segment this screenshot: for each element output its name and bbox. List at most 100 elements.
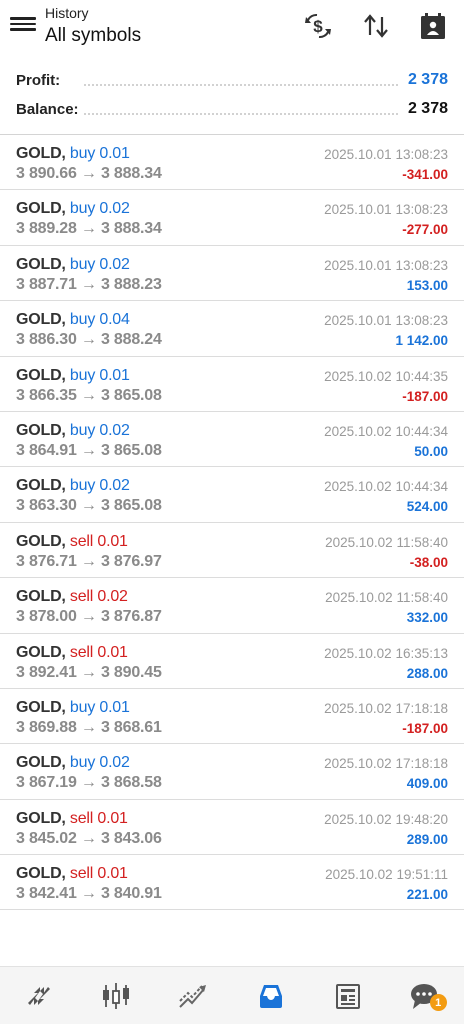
header-subtitle: History bbox=[45, 5, 89, 21]
history-icon bbox=[259, 984, 282, 1008]
deal-prices: 3 889.28 → 3 888.34 bbox=[16, 220, 162, 238]
nav-trade[interactable] bbox=[155, 967, 232, 1024]
deal-row[interactable]: GOLD, sell 0.01 3 842.41 → 3 840.91 2025.1… bbox=[0, 855, 464, 911]
nav-history[interactable] bbox=[232, 967, 309, 1024]
deal-row[interactable]: GOLD, buy 0.01 3 890.66 → 3 888.34 2025.10… bbox=[0, 135, 464, 191]
deal-symbol: GOLD, buy 0.01 bbox=[16, 699, 130, 717]
deal-prices: 3 864.91 → 3 865.08 bbox=[16, 441, 162, 459]
deal-symbol: GOLD, sell 0.02 bbox=[16, 588, 128, 606]
profit-label: Profit: bbox=[16, 72, 61, 89]
sort-icon[interactable] bbox=[360, 10, 392, 42]
symbol-name: GOLD, bbox=[16, 809, 66, 827]
deal-side: sell 0.01 bbox=[69, 532, 128, 550]
symbol-name: GOLD, bbox=[16, 255, 66, 273]
deal-time: 2025.10.02 17:18:18 bbox=[324, 756, 448, 772]
deal-time: 2025.10.02 10:44:34 bbox=[324, 423, 448, 439]
deal-profit: 153.00 bbox=[406, 277, 448, 293]
nav-messages[interactable]: 1 bbox=[387, 967, 464, 1024]
symbol-name: GOLD, bbox=[16, 643, 66, 661]
symbol-name: GOLD, bbox=[16, 532, 66, 550]
deal-row[interactable]: GOLD, sell 0.01 3 892.41 → 3 890.45 2025.1… bbox=[0, 634, 464, 689]
deal-profit: 332.00 bbox=[406, 610, 448, 626]
deal-prices: 3 866.35 → 3 865.08 bbox=[16, 386, 162, 404]
deal-row[interactable]: GOLD, buy 0.01 3 866.35 → 3 865.08 2025.10… bbox=[0, 357, 464, 412]
deal-profit: 409.00 bbox=[406, 776, 448, 792]
deal-time: 2025.10.02 11:58:40 bbox=[325, 590, 448, 606]
deal-side: buy 0.02 bbox=[69, 255, 130, 273]
deal-side: buy 0.01 bbox=[69, 698, 130, 716]
deal-time: 2025.10.02 16:35:13 bbox=[324, 645, 448, 661]
deal-profit: 221.00 bbox=[406, 887, 448, 903]
deal-side: buy 0.02 bbox=[69, 200, 130, 218]
calendar-icon[interactable] bbox=[417, 10, 449, 42]
nav-quotes[interactable] bbox=[0, 967, 77, 1024]
deal-symbol: GOLD, buy 0.02 bbox=[16, 200, 130, 218]
nav-chart[interactable] bbox=[77, 967, 154, 1024]
deal-time: 2025.10.02 11:58:40 bbox=[325, 534, 448, 550]
svg-text:$: $ bbox=[313, 17, 323, 36]
profit-row: Profit: 2 378 bbox=[0, 68, 464, 97]
deal-symbol: GOLD, sell 0.01 bbox=[16, 644, 128, 662]
deal-symbol: GOLD, buy 0.04 bbox=[16, 311, 130, 329]
deal-profit: -187.00 bbox=[402, 388, 448, 404]
symbol-name: GOLD, bbox=[16, 865, 66, 883]
deal-prices: 3 876.71 → 3 876.97 bbox=[16, 552, 162, 570]
deal-profit: 50.00 bbox=[414, 443, 448, 459]
app-header: History All symbols $ bbox=[0, 0, 464, 60]
deal-prices: 3 842.41 → 3 840.91 bbox=[16, 885, 162, 903]
deal-side: buy 0.01 bbox=[69, 145, 130, 162]
profit-dots bbox=[84, 84, 398, 86]
deal-row[interactable]: GOLD, sell 0.01 3 845.02 → 3 843.06 2025.1… bbox=[0, 800, 464, 856]
symbol-name: GOLD, bbox=[16, 588, 66, 606]
deal-prices: 3 863.30 → 3 865.08 bbox=[16, 497, 162, 515]
deal-side: sell 0.01 bbox=[69, 865, 128, 883]
deal-prices: 3 867.19 → 3 868.58 bbox=[16, 774, 162, 792]
balance-row: Balance: 2 378 bbox=[0, 97, 464, 126]
deal-symbol: GOLD, buy 0.02 bbox=[16, 754, 130, 772]
deal-side: sell 0.01 bbox=[69, 809, 128, 827]
deal-row[interactable]: GOLD, buy 0.02 3 887.71 → 3 888.23 2025.10… bbox=[0, 246, 464, 302]
deal-profit: 1 142.00 bbox=[395, 333, 448, 349]
deal-row[interactable]: GOLD, sell 0.02 3 878.00 → 3 876.87 2025.1… bbox=[0, 578, 464, 634]
deal-row[interactable]: GOLD, buy 0.04 3 886.30 → 3 888.24 2025.10… bbox=[0, 301, 464, 357]
deal-prices: 3 892.41 → 3 890.45 bbox=[16, 663, 162, 681]
news-icon bbox=[335, 983, 360, 1009]
deal-row[interactable]: GOLD, buy 0.02 3 889.28 → 3 888.34 2025.10… bbox=[0, 190, 464, 246]
deals-list: GOLD, buy 0.01 3 890.66 → 3 888.34 2025.10… bbox=[0, 135, 464, 911]
deal-profit: -277.00 bbox=[402, 222, 448, 238]
balance-value: 2 378 bbox=[407, 100, 448, 117]
deal-prices: 3 869.88 → 3 868.61 bbox=[16, 718, 162, 736]
balance-label: Balance: bbox=[16, 101, 79, 118]
menu-icon[interactable] bbox=[10, 14, 36, 38]
deal-time: 2025.10.01 13:08:23 bbox=[324, 202, 448, 218]
deal-side: sell 0.01 bbox=[69, 643, 128, 661]
deal-side: sell 0.02 bbox=[69, 588, 128, 606]
deal-time: 2025.10.02 10:44:34 bbox=[324, 479, 448, 495]
deal-symbol: GOLD, sell 0.01 bbox=[16, 533, 128, 551]
deal-row[interactable]: GOLD, sell 0.01 3 876.71 → 3 876.97 2025.1… bbox=[0, 523, 464, 579]
nav-news[interactable] bbox=[309, 967, 386, 1024]
deal-time: 2025.10.01 13:08:23 bbox=[324, 147, 448, 162]
deal-row[interactable]: GOLD, buy 0.01 3 869.88 → 3 868.61 2025.10… bbox=[0, 689, 464, 745]
deal-time: 2025.10.01 13:08:23 bbox=[324, 257, 448, 273]
deal-symbol: GOLD, buy 0.02 bbox=[16, 422, 130, 440]
symbol-name: GOLD, bbox=[16, 421, 66, 439]
deal-time: 2025.10.02 17:18:18 bbox=[324, 700, 448, 716]
symbol-name: GOLD, bbox=[16, 200, 66, 218]
deal-side: buy 0.04 bbox=[69, 311, 130, 329]
deal-profit: -187.00 bbox=[402, 720, 448, 736]
currency-exchange-icon[interactable]: $ bbox=[302, 10, 334, 42]
symbol-name: GOLD, bbox=[16, 754, 66, 772]
balance-dots bbox=[84, 113, 398, 115]
deal-row[interactable]: GOLD, buy 0.02 3 863.30 → 3 865.08 2025.10… bbox=[0, 467, 464, 523]
deal-side: buy 0.02 bbox=[69, 477, 130, 495]
deal-side: buy 0.01 bbox=[69, 366, 130, 384]
deal-prices: 3 845.02 → 3 843.06 bbox=[16, 829, 162, 847]
account-summary: Profit: 2 378 Balance: 2 378 bbox=[0, 68, 464, 126]
deal-prices: 3 887.71 → 3 888.23 bbox=[16, 275, 162, 293]
deal-time: 2025.10.02 19:51:11 bbox=[325, 867, 448, 883]
header-title[interactable]: All symbols bbox=[45, 25, 141, 47]
deal-row[interactable]: GOLD, buy 0.02 3 867.19 → 3 868.58 2025.10… bbox=[0, 744, 464, 800]
deal-row[interactable]: GOLD, buy 0.02 3 864.91 → 3 865.08 2025.10… bbox=[0, 412, 464, 468]
deal-symbol: GOLD, sell 0.01 bbox=[16, 810, 128, 828]
